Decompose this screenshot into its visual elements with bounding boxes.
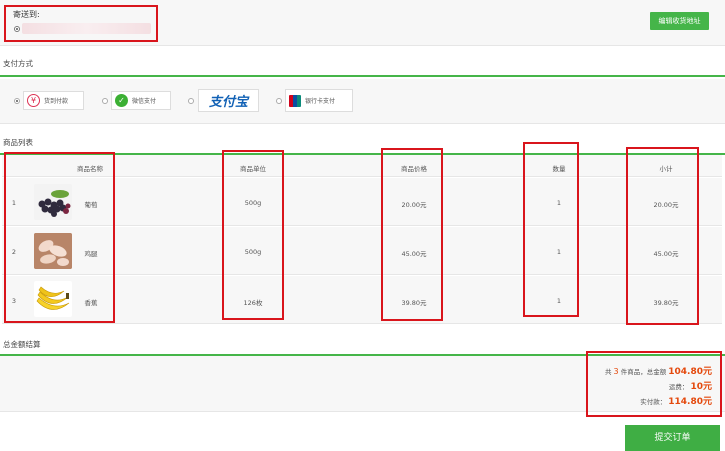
payment-option-wechat[interactable]: ✓ 微信支付: [111, 91, 171, 110]
payment-divider: [0, 75, 725, 77]
cash-on-delivery-icon: ¥: [27, 94, 40, 107]
payment-option-label: 微信支付: [132, 98, 157, 105]
payment-radio-bank[interactable]: [276, 98, 282, 104]
summary-section-title: 总金额结算: [3, 340, 41, 349]
payment-option-cod[interactable]: ¥ 货到付款: [23, 91, 84, 110]
unionpay-icon: [289, 94, 301, 107]
payment-option-alipay[interactable]: 支付宝: [198, 89, 259, 112]
payment-option-label: 货到付款: [44, 98, 69, 105]
payment-option-bank[interactable]: 银行卡支付: [285, 89, 353, 112]
payment-option-label: 银行卡支付: [305, 98, 336, 105]
payment-radio-wechat[interactable]: [102, 98, 108, 104]
payment-radio-cod[interactable]: [14, 98, 20, 104]
wechat-pay-icon: ✓: [115, 94, 128, 107]
annotation-box-address: [4, 5, 158, 42]
submit-order-button[interactable]: 提交订单: [625, 425, 720, 451]
alipay-logo: 支付宝: [208, 94, 248, 109]
annotation-box-subtotal-column: [626, 147, 699, 325]
payment-section: [0, 79, 725, 124]
annotation-box-price-column: [381, 148, 443, 321]
annotation-box-quantity-column: [523, 142, 579, 317]
annotation-box-name-column: [4, 152, 115, 323]
product-section-title: 商品列表: [3, 138, 33, 147]
payment-radio-alipay[interactable]: [188, 98, 194, 104]
edit-address-button[interactable]: 编辑收货地址: [650, 12, 709, 30]
annotation-box-summary: [586, 351, 722, 417]
annotation-box-unit-column: [222, 150, 284, 320]
payment-section-title: 支付方式: [3, 59, 33, 68]
